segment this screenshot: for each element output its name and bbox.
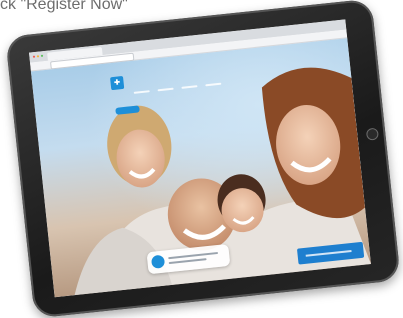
chat-avatar-icon <box>150 254 166 269</box>
maximize-window-icon[interactable]: ● <box>40 53 45 59</box>
cross-mark-icon: ✚ <box>109 75 125 90</box>
chat-text-line <box>168 251 219 260</box>
site-logo[interactable]: ✚ <box>109 74 125 91</box>
website-page: ✚ <box>30 38 371 298</box>
window-controls: ●●● <box>32 53 45 60</box>
tablet-home-button <box>365 127 379 141</box>
register-now-caption: ck "Register Now" <box>0 0 128 13</box>
chat-text-line <box>168 258 207 265</box>
tablet-device: ●●● ✚ <box>5 0 401 318</box>
tablet-screen: ●●● ✚ <box>28 19 371 298</box>
promo-text-line <box>305 249 352 257</box>
